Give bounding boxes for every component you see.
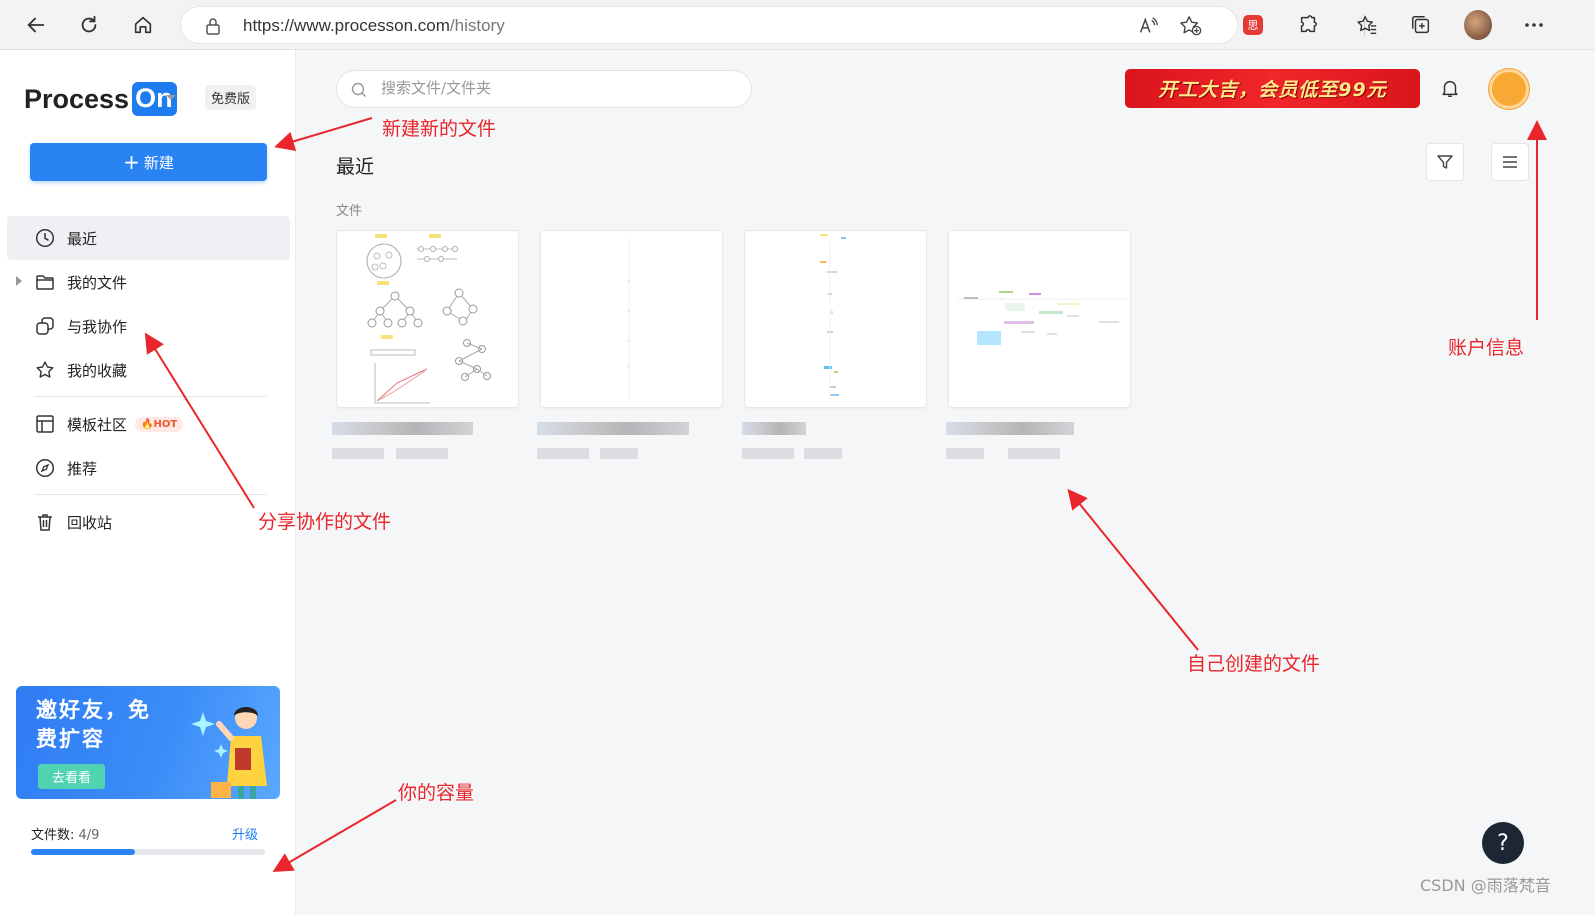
file-name-blurred (742, 422, 806, 435)
file-card[interactable] (336, 230, 519, 408)
plus-icon: + (123, 150, 140, 174)
annotation-capacity: 你的容量 (398, 782, 475, 804)
processon-logo[interactable]: Process On (24, 82, 177, 116)
home-icon[interactable] (127, 9, 159, 41)
upgrade-link[interactable]: 升级 (232, 824, 258, 843)
extensions-puzzle-icon[interactable] (1294, 11, 1322, 39)
help-button[interactable]: ? (1482, 822, 1524, 864)
file-meta-blurred (332, 448, 384, 459)
sidebar-item-label: 模板社区 (67, 415, 128, 434)
compass-icon (35, 458, 55, 478)
account-avatar[interactable] (1489, 69, 1529, 109)
annotation-new-file: 新建新的文件 (382, 118, 497, 140)
chevron-down-icon[interactable] (166, 95, 176, 100)
hot-badge: 🔥HOT (135, 416, 184, 432)
watermark: CSDN @雨落梵音 (1420, 876, 1551, 895)
trash-icon (38, 514, 52, 531)
sidebar-item-recent[interactable]: 最近 (7, 216, 290, 260)
profile-avatar[interactable] (1464, 10, 1492, 40)
file-thumbnail (628, 239, 630, 399)
section-label: 文件 (336, 204, 363, 219)
file-meta-blurred (742, 448, 794, 459)
search-box[interactable] (336, 70, 752, 108)
list-icon (1503, 156, 1517, 168)
collaborate-icon (36, 317, 54, 335)
browser-toolbar: https://www.processon.com/history 思 (0, 0, 1595, 50)
promo-sale-banner[interactable]: 开工大吉，会员低至99元 (1125, 69, 1420, 108)
file-card[interactable] (948, 230, 1131, 408)
file-meta-blurred (946, 448, 984, 459)
star-icon (36, 361, 54, 378)
url-text: https://www.processon.com/history (243, 16, 505, 35)
sidebar-item-trash[interactable]: 回收站 (7, 500, 290, 544)
file-meta-blurred (1008, 448, 1060, 459)
sidebar-item-label: 推荐 (67, 459, 98, 478)
file-name-blurred (332, 422, 473, 435)
sidebar-item-shared[interactable]: 与我协作 (7, 304, 290, 348)
sidebar-item-label: 最近 (67, 229, 98, 248)
promo-illustration (191, 707, 267, 799)
read-aloud-icon[interactable] (1137, 15, 1159, 41)
annotation-account: 账户信息 (1448, 337, 1525, 359)
sidebar-item-my-files[interactable]: 我的文件 (7, 260, 290, 304)
file-meta-blurred (804, 448, 842, 459)
quota-progress-fill (31, 849, 135, 855)
file-meta-blurred (600, 448, 638, 459)
file-card[interactable] (744, 230, 927, 408)
page-title: 最近 (336, 156, 375, 178)
file-thumbnail (957, 291, 1127, 345)
sidebar-item-label: 与我协作 (67, 317, 128, 336)
promo-title: 邀好友，免费扩容 (36, 698, 151, 751)
clock-icon (35, 228, 55, 248)
new-file-button-label: 新建 (143, 153, 174, 172)
folder-icon (36, 275, 54, 290)
more-menu-icon[interactable] (1520, 11, 1548, 39)
sidebar-item-favorites[interactable]: 我的收藏 (7, 348, 290, 392)
sidebar-item-label: 我的文件 (67, 273, 128, 292)
sidebar-item-recommend[interactable]: 推荐 (7, 446, 290, 490)
plan-badge[interactable]: 免费版 (205, 85, 257, 110)
file-name-blurred (946, 422, 1074, 435)
annotation-own-files: 自己创建的文件 (1187, 653, 1321, 675)
address-bar[interactable]: https://www.processon.com/history (180, 6, 1238, 44)
bell-icon[interactable] (1439, 77, 1461, 103)
divider (34, 396, 266, 397)
filter-button[interactable] (1426, 143, 1464, 181)
favorite-add-icon[interactable] (1179, 15, 1203, 41)
lock-icon[interactable] (205, 17, 221, 39)
sidebar: Process On 免费版 + 新建 最近 我的文件 与我协作 我的收藏 模板社… (0, 50, 296, 915)
file-count: 文件数: 4/9 (31, 828, 100, 843)
search-input[interactable] (381, 79, 731, 97)
promo-button[interactable]: 去看看 (38, 764, 106, 789)
file-thumbnail (366, 234, 491, 404)
main-content: 开工大吉，会员低至99元 最近 文件 (296, 50, 1595, 915)
sidebar-item-label: 我的收藏 (67, 361, 128, 380)
sidebar-item-label: 回收站 (67, 513, 113, 532)
refresh-icon[interactable] (73, 9, 105, 41)
invite-promo-banner[interactable]: 邀好友，免费扩容 去看看 (16, 686, 280, 799)
back-icon[interactable] (20, 9, 52, 41)
extension-icon[interactable]: 思 (1239, 11, 1267, 39)
annotation-shared: 分享协作的文件 (258, 511, 392, 533)
sidebar-item-templates[interactable]: 模板社区 🔥HOT (7, 402, 290, 446)
file-card[interactable] (540, 230, 723, 408)
template-icon (36, 415, 54, 433)
divider (34, 494, 266, 495)
quota-progress-bar (31, 849, 265, 855)
logo-text: Process (24, 83, 130, 114)
collections-icon[interactable] (1407, 11, 1435, 39)
file-thumbnail (820, 234, 846, 401)
new-file-button[interactable]: + 新建 (30, 143, 267, 181)
search-icon (351, 82, 366, 97)
filter-icon (1437, 155, 1453, 169)
favorites-icon[interactable] (1353, 11, 1381, 39)
file-meta-blurred (537, 448, 589, 459)
list-view-button[interactable] (1491, 143, 1529, 181)
file-name-blurred (537, 422, 689, 435)
file-meta-blurred (396, 448, 448, 459)
